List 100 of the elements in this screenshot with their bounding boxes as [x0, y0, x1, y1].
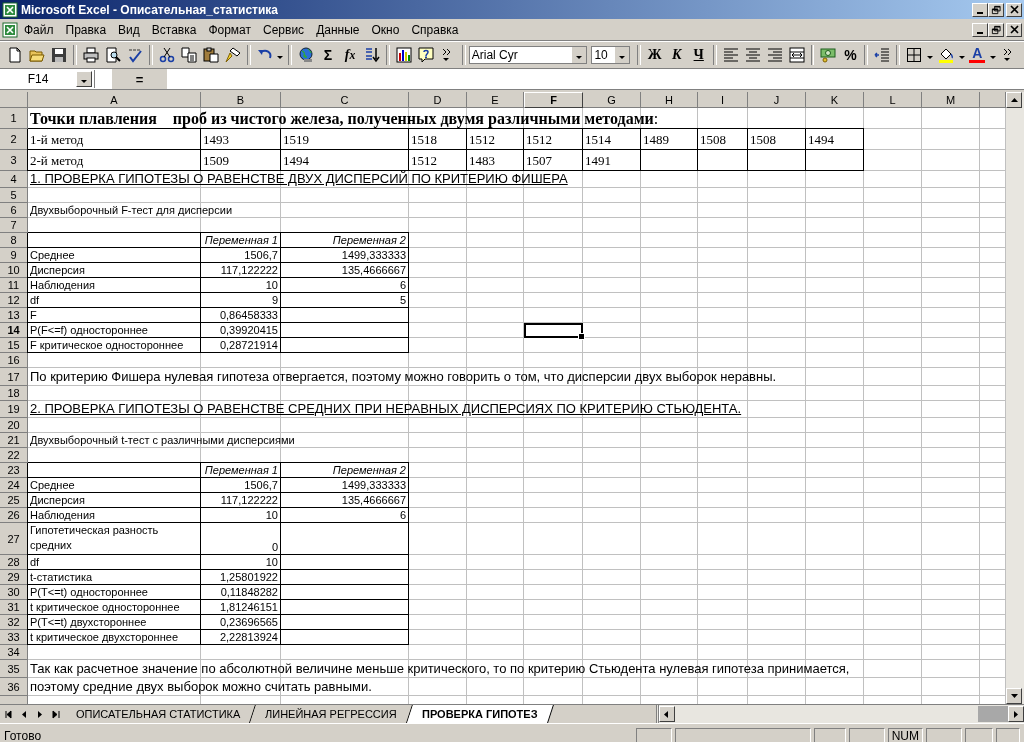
column-header[interactable]: M [922, 92, 980, 108]
row-header[interactable]: 1 [0, 108, 28, 129]
column-header[interactable]: H [641, 92, 698, 108]
table-cell: 1512 [467, 129, 524, 150]
column-header[interactable]: E [467, 92, 524, 108]
row-header[interactable]: 5 [0, 188, 28, 203]
row-header[interactable]: 13 [0, 308, 28, 323]
menu-item[interactable]: Сервис [257, 20, 311, 39]
row-header[interactable]: 34 [0, 645, 28, 660]
close-button[interactable] [1006, 2, 1022, 17]
sort-icon [363, 47, 380, 63]
row-header[interactable]: 12 [0, 293, 28, 308]
table-cell: 1493 [201, 129, 281, 150]
menu-item[interactable]: Вставка [145, 20, 203, 39]
table-cell: Дисперсия [28, 263, 201, 278]
row-header[interactable]: 27 [0, 523, 28, 555]
column-header[interactable]: I [698, 92, 748, 108]
row-header[interactable]: 29 [0, 570, 28, 585]
sheet-tab[interactable]: ПРОВЕРКА ГИПОТЕЗ [407, 705, 554, 723]
cell-cursor[interactable] [524, 323, 583, 338]
select-all-button[interactable] [0, 92, 28, 108]
italic-button[interactable]: К [665, 44, 688, 66]
column-header[interactable]: J [748, 92, 806, 108]
close-button[interactable] [1006, 22, 1022, 37]
row-header[interactable]: 16 [0, 353, 28, 368]
font-field[interactable]: Arial Cyr [468, 46, 588, 64]
row-header[interactable]: 25 [0, 493, 28, 508]
row-header[interactable]: 6 [0, 203, 28, 218]
vertical-scrollbar[interactable] [1006, 92, 1024, 704]
row-header[interactable]: 36 [0, 678, 28, 696]
table-cell: Наблюдения [28, 278, 201, 293]
section-heading: 2. ПРОВЕРКА ГИПОТЕЗЫ О РАВЕНСТВЕ СРЕДНИХ ПРИ НЕРАВНЫХ ДИСПЕРСИЯХ ПО КРИТЕРИЮ СТЬЮДЕНТА. [30, 402, 742, 417]
row-header[interactable]: 15 [0, 338, 28, 353]
bold-button[interactable]: Ж [643, 44, 666, 66]
minimize-button[interactable] [972, 22, 988, 37]
restore-button[interactable] [988, 22, 1004, 37]
row-header[interactable]: 9 [0, 248, 28, 263]
font-size-field[interactable]: 10 [591, 46, 630, 64]
column-header[interactable]: A [28, 92, 201, 108]
row-header[interactable]: 4 [0, 171, 28, 188]
row-header[interactable]: 14 [0, 323, 28, 338]
font-color-button[interactable]: A [966, 44, 989, 66]
table-cell: 135,4666667 [281, 263, 409, 278]
scroll-right-button[interactable] [1008, 706, 1024, 722]
row-header[interactable]: 24 [0, 478, 28, 493]
row-header[interactable]: 17 [0, 368, 28, 386]
row-header[interactable]: 11 [0, 278, 28, 293]
column-header[interactable]: C [281, 92, 409, 108]
row-header[interactable]: 21 [0, 433, 28, 448]
minimize-button[interactable] [972, 2, 988, 17]
table-cell: 1518 [409, 129, 467, 150]
row-header[interactable]: 19 [0, 401, 28, 418]
sum-button[interactable]: Σ [317, 44, 339, 66]
horizontal-scrollbar[interactable] [655, 705, 1024, 723]
scroll-thumb[interactable] [978, 706, 1008, 722]
scroll-down-button[interactable] [1006, 688, 1022, 704]
table-cell: 0,39920415 [201, 323, 281, 338]
column-header[interactable]: L [864, 92, 922, 108]
row-header[interactable]: 20 [0, 418, 28, 433]
column-header[interactable]: K [806, 92, 864, 108]
name-box[interactable]: F14 [0, 70, 95, 88]
row-header[interactable]: 35 [0, 660, 28, 678]
sheet-tab[interactable]: ЛИНЕЙНАЯ РЕГРЕССИЯ [250, 705, 413, 723]
scroll-up-button[interactable] [1006, 92, 1022, 108]
table-cell: P(T<=t) двухстороннее [28, 615, 201, 630]
table-cell: P(T<=t) одностороннее [28, 585, 201, 600]
column-header[interactable]: B [201, 92, 281, 108]
row-header[interactable]: 18 [0, 386, 28, 401]
row-header[interactable]: 26 [0, 508, 28, 523]
percent-button[interactable]: % [839, 44, 862, 66]
row-header[interactable]: 3 [0, 150, 28, 171]
row-header[interactable]: 23 [0, 463, 28, 478]
row-header[interactable]: 10 [0, 263, 28, 278]
row-header[interactable]: 32 [0, 615, 28, 630]
spreadsheet-grid[interactable] [0, 108, 1006, 704]
menu-item[interactable]: Данные [310, 20, 366, 39]
column-header[interactable]: F [524, 92, 583, 108]
table-cell: 2-й метод [28, 150, 201, 171]
column-header[interactable]: D [409, 92, 467, 108]
row-header[interactable]: 7 [0, 218, 28, 233]
row-header[interactable]: 31 [0, 600, 28, 615]
table-cell: F критическое одностороннее [28, 338, 201, 353]
row-header[interactable]: 33 [0, 630, 28, 645]
menu-item[interactable]: Файл [18, 20, 60, 39]
menu-item[interactable]: Справка [405, 20, 465, 39]
menu-item[interactable]: Вид [112, 20, 146, 39]
column-header[interactable]: G [583, 92, 641, 108]
row-header[interactable]: 22 [0, 448, 28, 463]
menu-item[interactable]: Правка [59, 20, 113, 39]
row-header[interactable]: 28 [0, 555, 28, 570]
left-arrow-icon [19, 709, 29, 719]
row-header[interactable]: 8 [0, 233, 28, 248]
menu-item[interactable]: Окно [365, 20, 406, 39]
restore-button[interactable] [988, 2, 1004, 17]
menu-item[interactable]: Формат [202, 20, 258, 39]
scroll-left-button[interactable] [658, 706, 675, 722]
row-header[interactable]: 2 [0, 129, 28, 150]
underline-button[interactable]: Ч [687, 44, 710, 66]
row-header[interactable]: 30 [0, 585, 28, 600]
table-cell: 6 [281, 278, 409, 293]
